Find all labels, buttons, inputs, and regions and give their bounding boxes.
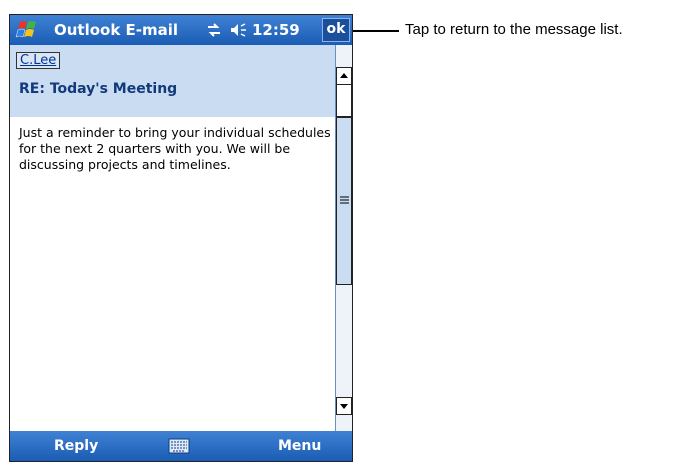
scroll-track[interactable]: [336, 85, 352, 117]
message-body: Just a reminder to bring your individual…: [19, 125, 331, 172]
grip-icon: [340, 196, 349, 204]
message-subject: RE: Today's Meeting: [19, 81, 178, 97]
down-arrow-icon: [340, 404, 348, 409]
scroll-down-button[interactable]: [336, 397, 352, 415]
callout-line: [353, 30, 399, 32]
start-flag-icon[interactable]: [14, 19, 40, 41]
sender-link[interactable]: C.Lee: [16, 52, 61, 69]
reply-button[interactable]: Reply: [54, 438, 98, 454]
menu-button[interactable]: Menu: [278, 438, 321, 454]
scroll-thumb[interactable]: [336, 117, 352, 285]
pocket-pc-screen: Outlook E-mail 12:59 ok C.Lee RE: Today'…: [9, 14, 353, 462]
connectivity-icon[interactable]: [206, 22, 222, 38]
clock[interactable]: 12:59: [252, 21, 300, 39]
volume-icon[interactable]: [229, 22, 247, 38]
keyboard-icon[interactable]: [168, 438, 190, 454]
scroll-up-button[interactable]: [336, 67, 352, 85]
vertical-scrollbar[interactable]: [335, 45, 352, 431]
ok-button[interactable]: ok: [322, 18, 350, 42]
menu-bar: Reply Menu: [10, 431, 352, 461]
title-bar: Outlook E-mail 12:59 ok: [10, 15, 352, 45]
callout-text: Tap to return to the message list.: [405, 21, 623, 38]
app-title: Outlook E-mail: [54, 21, 179, 39]
up-arrow-icon: [340, 73, 348, 78]
message-header: C.Lee RE: Today's Meeting: [10, 45, 335, 117]
